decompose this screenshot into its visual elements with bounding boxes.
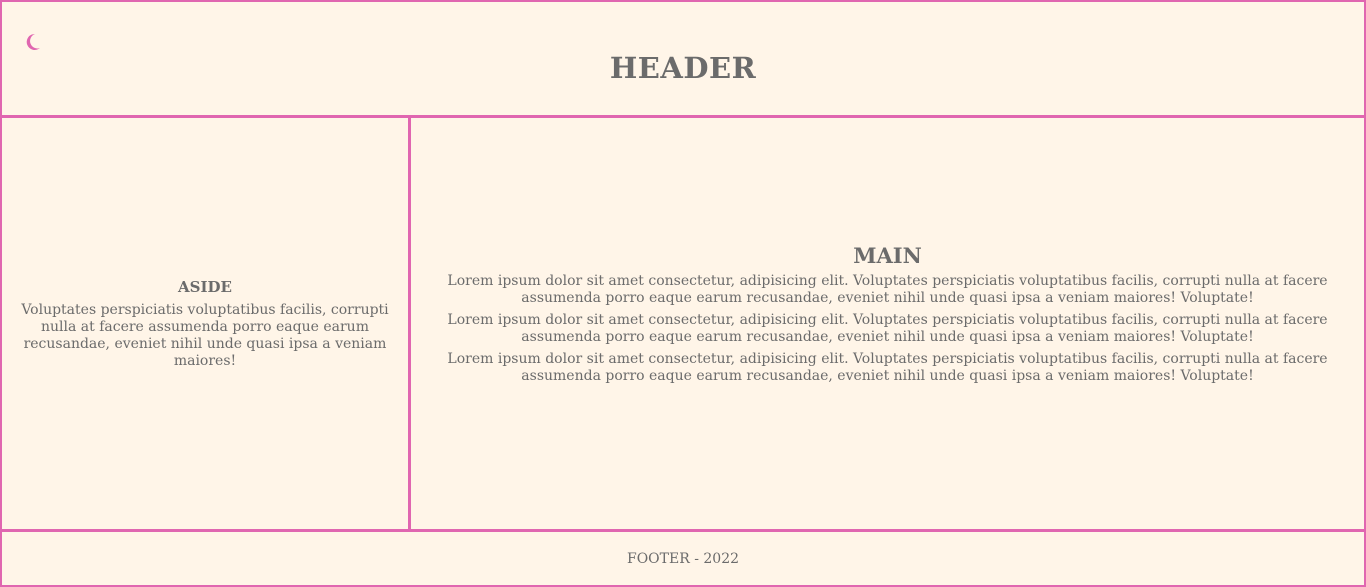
main-content: MAIN Lorem ipsum dolor sit amet consecte… [411, 118, 1364, 529]
main-title: MAIN [853, 243, 922, 268]
aside-title: ASIDE [178, 277, 232, 296]
header-title: HEADER [609, 50, 757, 85]
main-paragraph: Lorem ipsum dolor sit amet consectetur, … [447, 312, 1328, 345]
moon-icon[interactable] [21, 31, 43, 53]
main-paragraph: Lorem ipsum dolor sit amet consectetur, … [447, 273, 1328, 306]
footer: FOOTER - 2022 [2, 529, 1364, 585]
page: HEADER ASIDE Voluptates perspiciatis vol… [0, 0, 1366, 587]
header: HEADER [2, 2, 1364, 118]
main-paragraph: Lorem ipsum dolor sit amet consectetur, … [447, 351, 1328, 384]
footer-text: FOOTER - 2022 [626, 550, 740, 567]
aside-text: Voluptates perspiciatis voluptatibus fac… [21, 301, 389, 369]
aside: ASIDE Voluptates perspiciatis voluptatib… [2, 118, 411, 529]
